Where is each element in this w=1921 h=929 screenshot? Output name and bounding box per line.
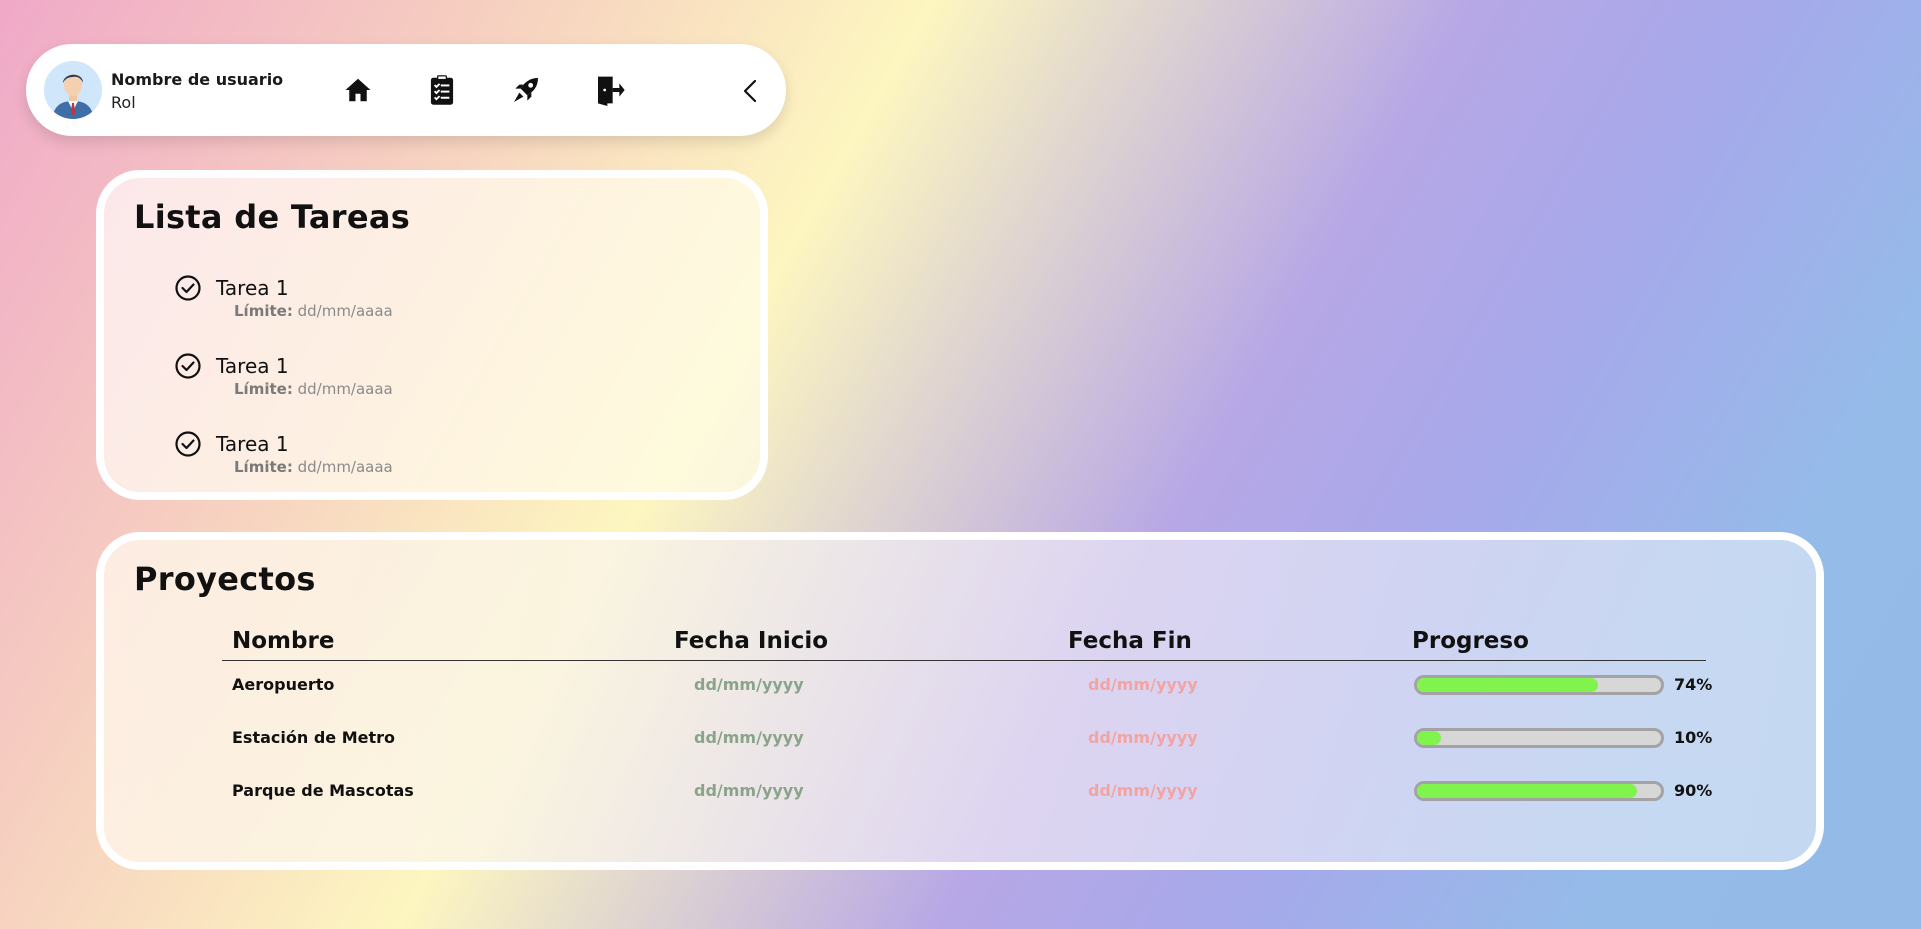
task-item: Tarea 1 Límite: dd/mm/aaaa (174, 352, 574, 404)
check-circle-icon[interactable] (174, 274, 202, 302)
table-row[interactable]: Parque de Mascotas dd/mm/yyyy dd/mm/yyyy… (222, 767, 1712, 820)
project-end-date: dd/mm/yyyy (1088, 728, 1198, 747)
progress-percent: 10% (1674, 728, 1713, 747)
clipboard-icon (430, 75, 454, 105)
deadline-value: dd/mm/aaaa (297, 458, 393, 476)
deadline-value: dd/mm/aaaa (297, 302, 393, 320)
task-deadline: Límite: dd/mm/aaaa (234, 302, 393, 320)
table-header: Nombre Fecha Inicio Fecha Fin Progreso (222, 624, 1706, 661)
projects-table: Nombre Fecha Inicio Fecha Fin Progreso A… (222, 624, 1712, 820)
nav-projects-button[interactable] (508, 72, 544, 108)
check-circle-icon[interactable] (174, 430, 202, 458)
deadline-label: Límite: (234, 380, 293, 398)
progress-percent: 74% (1674, 675, 1713, 694)
nav-tasks-button[interactable] (424, 72, 460, 108)
chevron-left-icon (743, 79, 757, 103)
progress-fill (1417, 784, 1637, 798)
projects-card: Proyectos Nombre Fecha Inicio Fecha Fin … (96, 532, 1824, 870)
check-circle-icon[interactable] (174, 352, 202, 380)
task-deadline: Límite: dd/mm/aaaa (234, 458, 393, 476)
rocket-icon (514, 78, 538, 102)
task-name: Tarea 1 (216, 354, 289, 378)
project-name: Estación de Metro (232, 728, 395, 747)
user-avatar-icon (44, 61, 102, 119)
task-deadline: Límite: dd/mm/aaaa (234, 380, 393, 398)
task-name: Tarea 1 (216, 276, 289, 300)
progress-fill (1417, 731, 1442, 745)
nav-logout-button[interactable] (592, 72, 628, 108)
project-end-date: dd/mm/yyyy (1088, 675, 1198, 694)
project-name: Parque de Mascotas (232, 781, 414, 800)
column-header-end-date: Fecha Fin (1068, 628, 1192, 654)
logout-icon (598, 76, 625, 106)
avatar[interactable] (44, 61, 102, 119)
project-start-date: dd/mm/yyyy (694, 781, 804, 800)
deadline-value: dd/mm/aaaa (297, 380, 393, 398)
task-item: Tarea 1 Límite: dd/mm/aaaa (174, 430, 574, 482)
project-start-date: dd/mm/yyyy (694, 675, 804, 694)
collapse-navbar-button[interactable] (734, 74, 768, 108)
table-row[interactable]: Aeropuerto dd/mm/yyyy dd/mm/yyyy 74% (222, 661, 1712, 714)
task-list-title: Lista de Tareas (134, 198, 411, 236)
progress-bar (1414, 781, 1664, 801)
user-role: Rol (111, 93, 136, 112)
column-header-progress: Progreso (1412, 628, 1529, 654)
task-name: Tarea 1 (216, 432, 289, 456)
progress-fill (1417, 678, 1598, 692)
task-item: Tarea 1 Límite: dd/mm/aaaa (174, 274, 574, 326)
project-name: Aeropuerto (232, 675, 335, 694)
project-start-date: dd/mm/yyyy (694, 728, 804, 747)
column-header-name: Nombre (232, 628, 335, 654)
deadline-label: Límite: (234, 458, 293, 476)
top-navbar: Nombre de usuario Rol (26, 44, 786, 136)
task-list-card: Lista de Tareas Tarea 1 Límite: dd/mm/aa… (96, 170, 768, 500)
projects-title: Proyectos (134, 560, 316, 598)
progress-bar (1414, 675, 1664, 695)
home-icon (345, 78, 371, 102)
progress-bar (1414, 728, 1664, 748)
column-header-start-date: Fecha Inicio (674, 628, 829, 654)
nav-home-button[interactable] (340, 72, 376, 108)
deadline-label: Límite: (234, 302, 293, 320)
progress-percent: 90% (1674, 781, 1713, 800)
project-end-date: dd/mm/yyyy (1088, 781, 1198, 800)
table-row[interactable]: Estación de Metro dd/mm/yyyy dd/mm/yyyy … (222, 714, 1712, 767)
user-name: Nombre de usuario (111, 70, 284, 89)
